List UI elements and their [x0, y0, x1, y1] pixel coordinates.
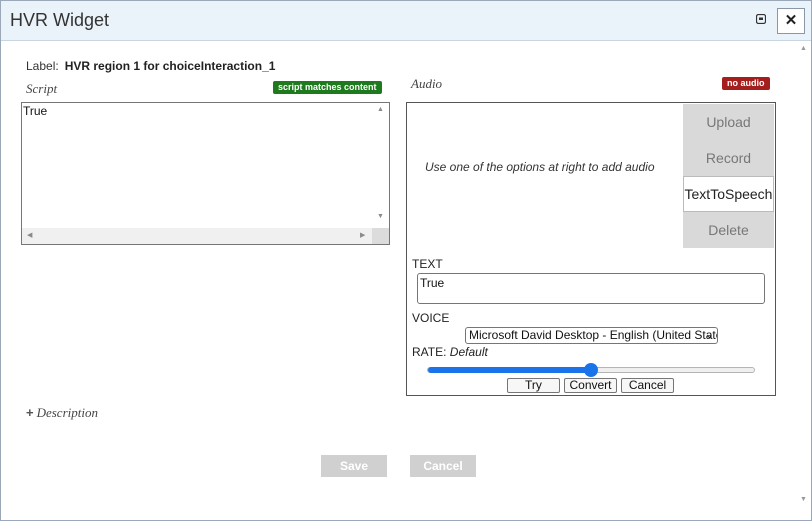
script-heading: Script [26, 81, 58, 96]
label-row: Label: HVR region 1 for choiceInteraction… [26, 59, 275, 73]
audio-instructions: Use one of the options at right to add a… [425, 160, 655, 174]
record-button[interactable]: Record [683, 140, 774, 176]
scroll-right-icon[interactable]: ▶ [360, 231, 365, 239]
cancel-tts-button[interactable]: Cancel [621, 378, 674, 393]
close-icon: ✕ [784, 12, 798, 29]
maximize-icon[interactable] [756, 14, 766, 24]
page-scroll-up-icon[interactable]: ▲ [800, 45, 807, 52]
voice-label: VOICE [412, 311, 450, 325]
page-scrollbar[interactable]: ▲ ▼ [796, 41, 811, 519]
description-label: Description [36, 405, 98, 420]
script-textarea[interactable]: True ▲ ▼ ◀ ▶ [21, 102, 390, 245]
dialog-content: Label: HVR region 1 for choiceInteraction… [1, 41, 796, 519]
page-scroll-down-icon[interactable]: ▼ [800, 496, 807, 503]
description-toggle[interactable]: + Description [26, 405, 98, 421]
script-content: True [23, 104, 48, 118]
tts-text-value: True [420, 276, 445, 290]
cancel-button[interactable]: Cancel [410, 455, 476, 477]
text-to-speech-button[interactable]: TextToSpeech [683, 176, 774, 212]
label-key: Label: [26, 59, 59, 73]
upload-button[interactable]: Upload [683, 104, 774, 140]
tts-text-input[interactable]: True [417, 273, 765, 304]
audio-panel: Use one of the options at right to add a… [406, 102, 776, 396]
hvr-widget-dialog: HVR Widget ✕ Label: HVR region 1 for choi… [0, 0, 812, 521]
window-title: HVR Widget [10, 10, 110, 30]
resize-corner[interactable] [372, 228, 389, 244]
rate-label: RATE: [412, 345, 447, 359]
text-label: TEXT [412, 257, 443, 271]
rate-value: Default [449, 345, 488, 359]
plus-icon: + [26, 405, 34, 420]
label-value: HVR region 1 for choiceInteraction_1 [64, 59, 276, 73]
chevron-down-icon: ⌄ [704, 329, 714, 341]
scroll-down-icon[interactable]: ▼ [377, 213, 384, 220]
script-horizontal-scrollbar[interactable]: ◀ ▶ [22, 228, 372, 244]
script-vertical-scrollbar[interactable]: ▲ ▼ [372, 103, 389, 229]
voice-selected-value: Microsoft David Desktop - English (Unite… [469, 328, 718, 342]
rate-slider-fill [428, 367, 591, 373]
close-button[interactable]: ✕ [777, 8, 805, 34]
save-button[interactable]: Save [321, 455, 387, 477]
rate-slider-thumb[interactable] [584, 363, 598, 377]
scroll-left-icon[interactable]: ◀ [27, 231, 32, 239]
scroll-up-icon[interactable]: ▲ [377, 106, 384, 113]
rate-row: RATE: Default [412, 345, 488, 359]
convert-button[interactable]: Convert [564, 378, 617, 393]
title-bar: HVR Widget ✕ [1, 1, 811, 41]
try-button[interactable]: Try [507, 378, 560, 393]
audio-heading: Audio [411, 76, 443, 91]
script-status-badge: script matches content [273, 81, 382, 94]
voice-select[interactable]: Microsoft David Desktop - English (Unite… [465, 327, 718, 344]
audio-status-badge: no audio [722, 77, 770, 90]
delete-button[interactable]: Delete [683, 212, 774, 248]
rate-slider[interactable] [427, 363, 755, 377]
